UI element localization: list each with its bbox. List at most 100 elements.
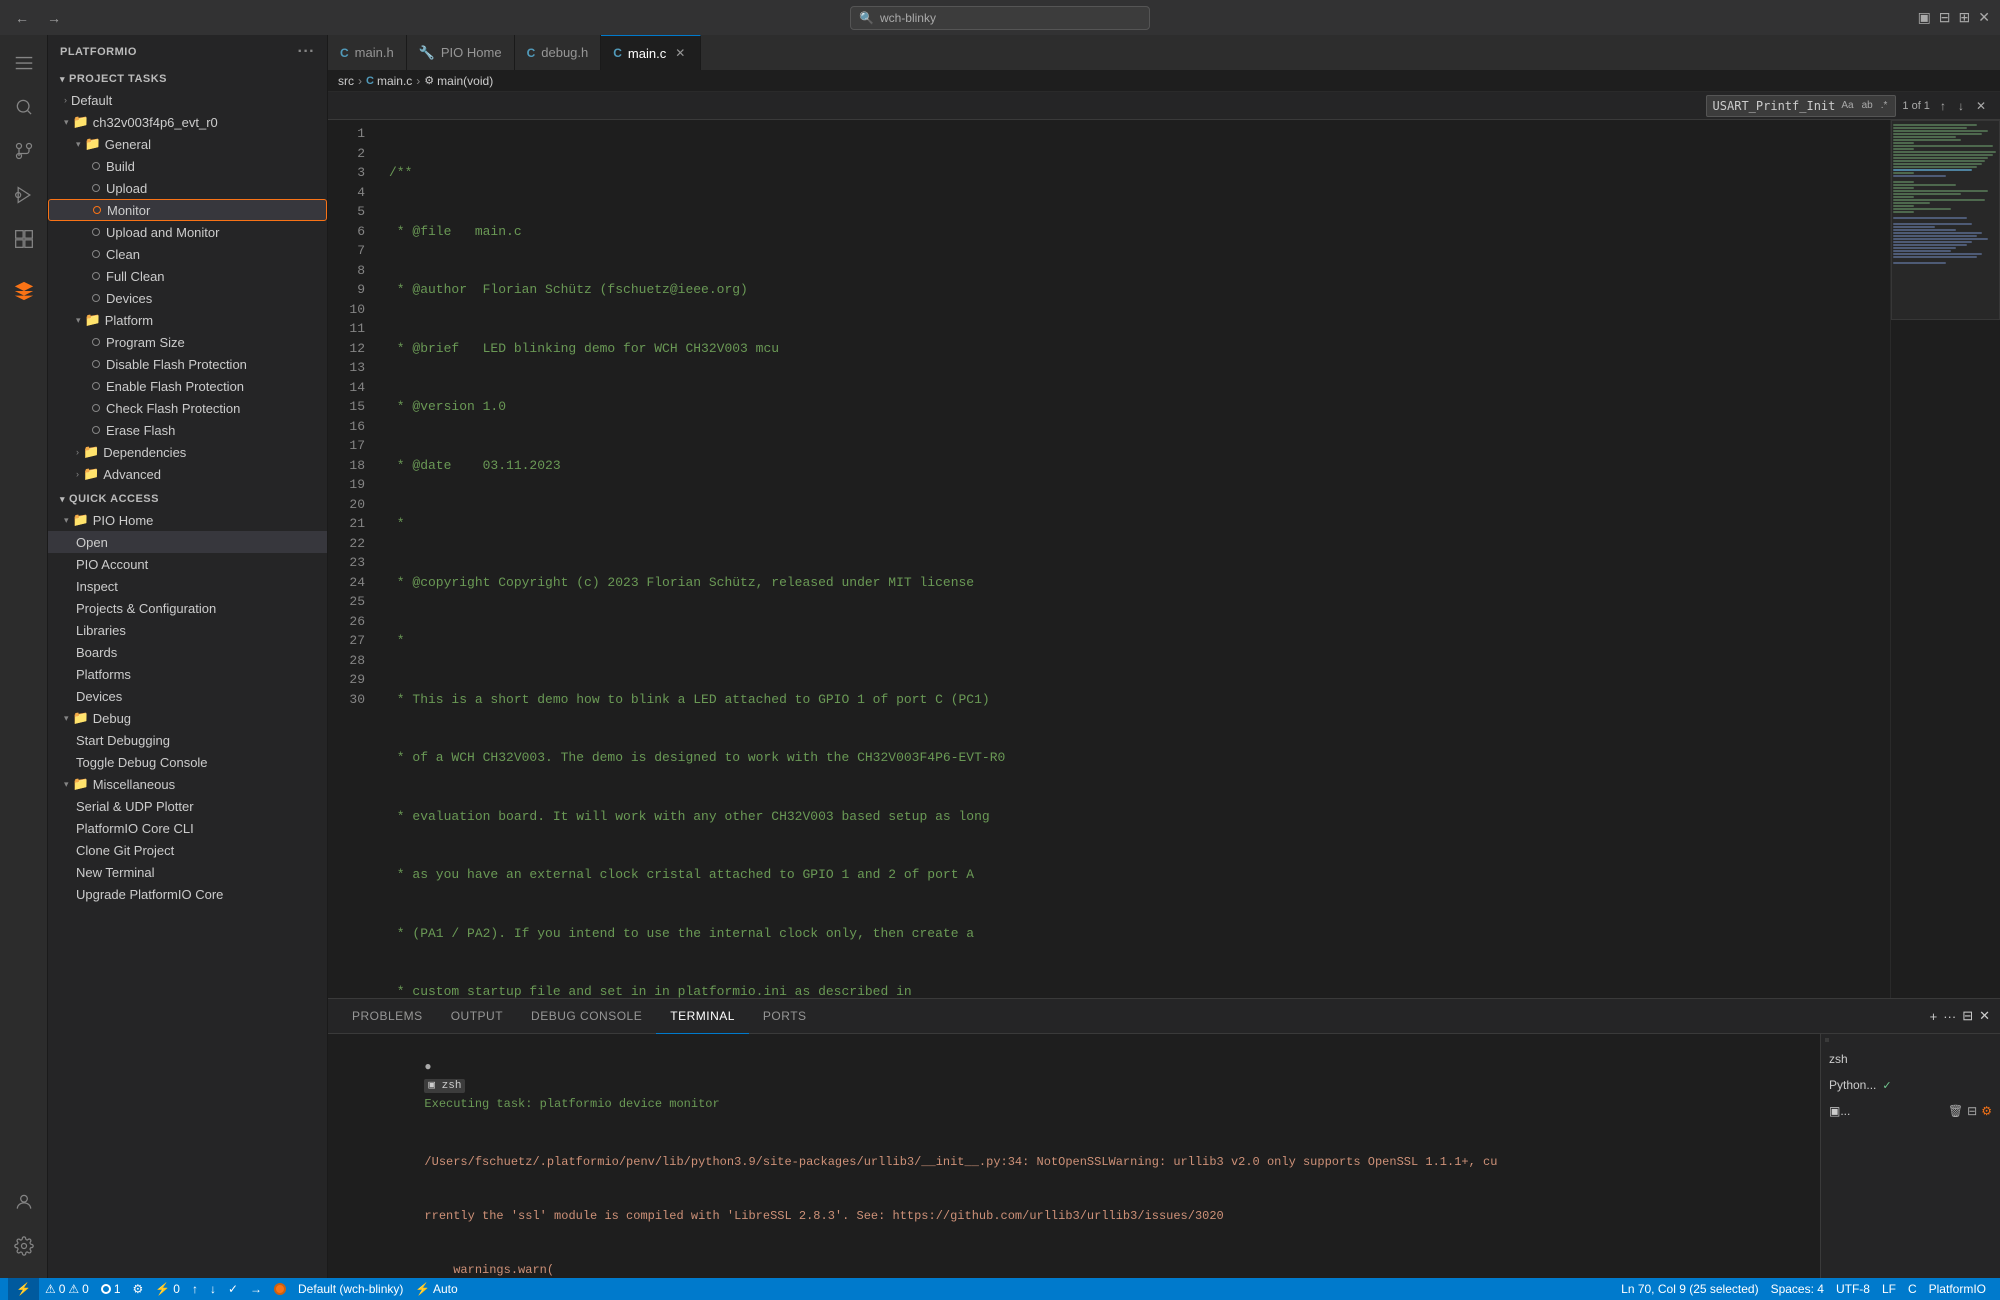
activity-explorer[interactable]: [4, 43, 44, 83]
task-disable-flash[interactable]: Disable Flash Protection: [48, 353, 327, 375]
task-advanced[interactable]: › 📁 Advanced: [48, 463, 327, 485]
section-project-tasks[interactable]: ▾ PROJECT TASKS: [48, 69, 327, 89]
activity-account[interactable]: [4, 1182, 44, 1222]
breadcrumb-file[interactable]: Cmain.c: [366, 74, 412, 88]
code-content[interactable]: /** * @file main.c * @author Florian Sch…: [373, 120, 1890, 998]
qa-inspect[interactable]: Inspect: [48, 575, 327, 597]
qa-projects-config[interactable]: Projects & Configuration: [48, 597, 327, 619]
tab-main-h[interactable]: C main.h: [328, 35, 407, 70]
status-errors[interactable]: ⚠ 0 ⚠ 0: [39, 1278, 95, 1300]
qa-pio-account[interactable]: PIO Account: [48, 553, 327, 575]
status-signal[interactable]: ⚡ 0: [149, 1278, 186, 1300]
status-encoding[interactable]: UTF-8: [1830, 1278, 1876, 1300]
task-check-flash[interactable]: Check Flash Protection: [48, 397, 327, 419]
panel-close-icon[interactable]: ✕: [1979, 1008, 1990, 1024]
nav-forward-button[interactable]: →: [42, 8, 66, 28]
status-default-env[interactable]: Default (wch-blinky): [292, 1278, 409, 1300]
task-erase-flash[interactable]: Erase Flash: [48, 419, 327, 441]
activity-run-debug[interactable]: [4, 175, 44, 215]
activity-settings[interactable]: [4, 1226, 44, 1266]
activity-source-control[interactable]: [4, 131, 44, 171]
find-next-button[interactable]: ↓: [1954, 98, 1968, 114]
status-download[interactable]: ↓: [204, 1278, 222, 1300]
panel-tab-output[interactable]: OUTPUT: [437, 999, 517, 1034]
task-full-clean[interactable]: Full Clean: [48, 265, 327, 287]
code-editor[interactable]: 12345 678910 1112131415 1617181920 21222…: [328, 120, 1890, 998]
qa-serial-plotter[interactable]: Serial & UDP Plotter: [48, 795, 327, 817]
activity-extensions[interactable]: [4, 219, 44, 259]
nav-buttons[interactable]: ← →: [10, 8, 66, 28]
qa-open[interactable]: Open: [48, 531, 327, 553]
task-ch32v003[interactable]: ▾ 📁 ch32v003f4p6_evt_r0: [48, 111, 327, 133]
activity-search[interactable]: [4, 87, 44, 127]
find-icon-ab[interactable]: ab: [1860, 100, 1875, 111]
maximize-icon[interactable]: ⊞: [1959, 9, 1971, 26]
status-platformio-label[interactable]: PlatformIO: [1923, 1278, 1992, 1300]
qa-clone-git[interactable]: Clone Git Project: [48, 839, 327, 861]
status-pio-icon[interactable]: 1: [95, 1278, 127, 1300]
close-icon[interactable]: ✕: [1978, 9, 1990, 26]
qa-debug[interactable]: ▾ 📁 Debug: [48, 707, 327, 729]
tab-pio-home[interactable]: 🔧 PIO Home: [407, 35, 515, 70]
task-build[interactable]: Build: [48, 155, 327, 177]
find-icon-aa[interactable]: Aa: [1839, 100, 1855, 111]
search-bar[interactable]: 🔍 wch-blinky: [850, 6, 1150, 30]
tab-main-c[interactable]: C main.c ✕: [601, 35, 701, 70]
status-pio-monitor[interactable]: [268, 1278, 292, 1300]
qa-boards[interactable]: Boards: [48, 641, 327, 663]
task-monitor[interactable]: Monitor: [48, 199, 327, 221]
terminal-settings-icon[interactable]: ⚙: [1981, 1104, 1992, 1118]
panel-tab-problems[interactable]: PROBLEMS: [338, 999, 437, 1034]
nav-back-button[interactable]: ←: [10, 8, 34, 28]
sidebar-more-icon[interactable]: ···: [298, 43, 315, 61]
status-git-branch[interactable]: ⚡: [8, 1278, 39, 1300]
qa-new-terminal[interactable]: New Terminal: [48, 861, 327, 883]
find-close-button[interactable]: ✕: [1972, 98, 1990, 114]
task-default[interactable]: › Default: [48, 89, 327, 111]
tab-close-button[interactable]: ✕: [672, 45, 688, 61]
terminal-shell-zsh[interactable]: zsh: [1821, 1046, 2000, 1072]
terminal-shell-misc[interactable]: ▣... 🗑 ⊟ ⚙: [1821, 1098, 2000, 1124]
status-check[interactable]: ✓: [222, 1278, 244, 1300]
task-program-size[interactable]: Program Size: [48, 331, 327, 353]
tab-debug-h[interactable]: C debug.h: [515, 35, 602, 70]
status-upload[interactable]: ↑: [186, 1278, 204, 1300]
task-enable-flash[interactable]: Enable Flash Protection: [48, 375, 327, 397]
terminal-trash-icon[interactable]: 🗑: [1948, 1104, 1963, 1118]
qa-pio-home[interactable]: ▾ 📁 PIO Home: [48, 509, 327, 531]
qa-misc[interactable]: ▾ 📁 Miscellaneous: [48, 773, 327, 795]
find-prev-button[interactable]: ↑: [1936, 98, 1950, 114]
qa-start-debugging[interactable]: Start Debugging: [48, 729, 327, 751]
task-upload[interactable]: Upload: [48, 177, 327, 199]
breadcrumb-function[interactable]: ⚙main(void): [424, 74, 493, 88]
qa-libraries[interactable]: Libraries: [48, 619, 327, 641]
qa-platforms[interactable]: Platforms: [48, 663, 327, 685]
panel-tab-debug-console[interactable]: DEBUG CONSOLE: [517, 999, 656, 1034]
breadcrumb-src[interactable]: src: [338, 74, 354, 88]
qa-platformio-cli[interactable]: PlatformIO Core CLI: [48, 817, 327, 839]
qa-upgrade-core[interactable]: Upgrade PlatformIO Core: [48, 883, 327, 905]
activity-platformio[interactable]: [4, 271, 44, 311]
status-arrow[interactable]: →: [244, 1278, 268, 1300]
status-eol[interactable]: LF: [1876, 1278, 1902, 1300]
task-platform[interactable]: ▾ 📁 Platform: [48, 309, 327, 331]
status-sync-icon[interactable]: ⚙: [127, 1278, 150, 1300]
panel-tab-ports[interactable]: PORTS: [749, 999, 821, 1034]
panel-more-icon[interactable]: ···: [1943, 1009, 1956, 1024]
status-position[interactable]: Ln 70, Col 9 (25 selected): [1615, 1278, 1764, 1300]
status-spaces[interactable]: Spaces: 4: [1765, 1278, 1830, 1300]
status-language[interactable]: C: [1902, 1278, 1923, 1300]
task-clean[interactable]: Clean: [48, 243, 327, 265]
qa-devices[interactable]: Devices: [48, 685, 327, 707]
minimize-icon[interactable]: ⊟: [1939, 9, 1951, 26]
qa-toggle-debug[interactable]: Toggle Debug Console: [48, 751, 327, 773]
task-dependencies[interactable]: › 📁 Dependencies: [48, 441, 327, 463]
status-auto[interactable]: ⚡ Auto: [409, 1278, 463, 1300]
panel-move-icon[interactable]: ⊟: [1962, 1008, 1973, 1024]
window-controls[interactable]: ▣ ⊟ ⊞ ✕: [1918, 9, 1990, 26]
task-upload-monitor[interactable]: Upload and Monitor: [48, 221, 327, 243]
find-icon-regex[interactable]: .*: [1879, 100, 1890, 111]
panel-add-icon[interactable]: +: [1930, 1009, 1938, 1024]
sidebar-scroll[interactable]: ▾ PROJECT TASKS › Default ▾ 📁 ch32v003f4…: [48, 69, 327, 1278]
terminal-shell-python[interactable]: Python... ✓: [1821, 1072, 2000, 1098]
